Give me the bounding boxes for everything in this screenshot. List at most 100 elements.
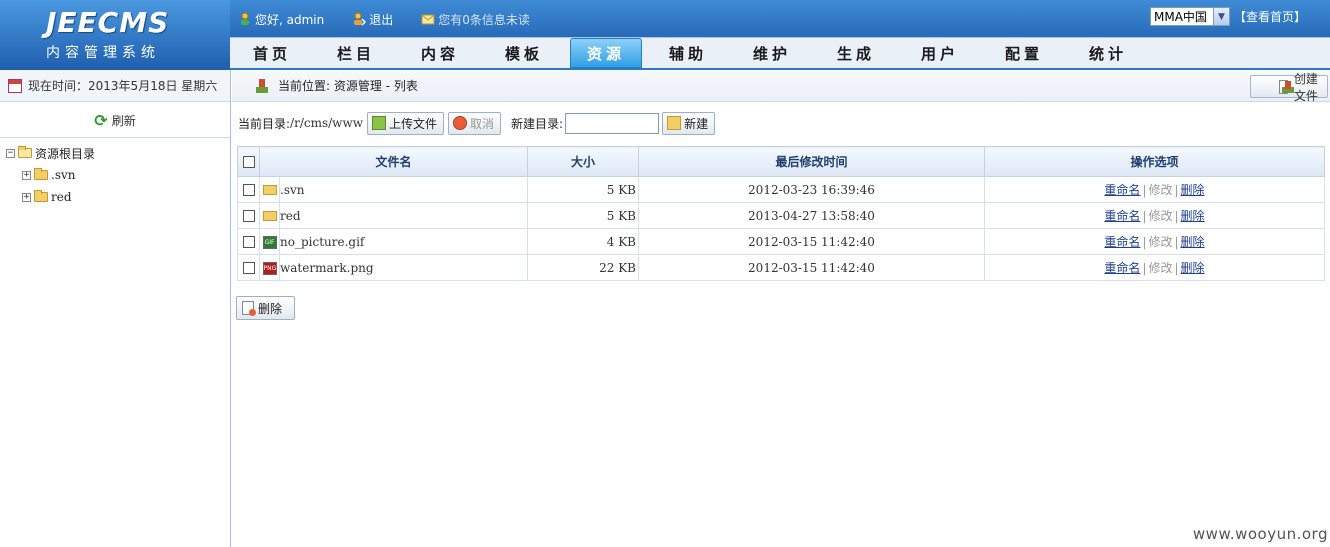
folder-icon	[262, 211, 277, 221]
collapse-icon[interactable]: −	[6, 148, 15, 158]
logout-icon	[354, 12, 367, 26]
expand-icon[interactable]: +	[22, 192, 31, 202]
language-select[interactable]: MMA中国 ▼	[1149, 7, 1230, 26]
row-checkbox[interactable]	[242, 236, 255, 248]
calendar-icon	[8, 78, 22, 93]
tree-node-root[interactable]: − 资源根目录	[6, 142, 230, 164]
document-icon	[1279, 79, 1294, 94]
file-name[interactable]: no_picture.gif	[279, 228, 528, 255]
delete-selected-button[interactable]: 删除	[236, 296, 295, 320]
upload-icon	[371, 116, 386, 130]
file-modified: 2012-03-15 11:42:40	[638, 228, 985, 255]
header-ops: 操作选项	[984, 146, 1325, 177]
file-table: 文件名 大小 最后修改时间 操作选项 .svn 5 KB 2012-03-23 …	[237, 146, 1325, 281]
table-row: PNG watermark.png 22 KB 2012-03-15 11:42…	[237, 254, 1325, 281]
tab-assist[interactable]: 辅助	[646, 38, 730, 68]
current-dir-label: 当前目录:	[238, 116, 291, 131]
header-name[interactable]: 文件名	[259, 146, 528, 177]
user-icon	[241, 12, 249, 25]
rename-link[interactable]: 重命名	[1104, 183, 1140, 197]
view-home-link[interactable]: 【查看首页】	[1234, 8, 1306, 25]
language-area: MMA中国 ▼ 【查看首页】	[1149, 7, 1306, 26]
tab-generate[interactable]: 生成	[814, 38, 898, 68]
cancel-button[interactable]: 取消	[448, 111, 502, 135]
file-size: 22 KB	[527, 254, 639, 281]
logo: JEECMS 内容管理系统	[0, 0, 230, 70]
tree-node-svn[interactable]: + .svn	[6, 164, 230, 186]
location-bar: 当前位置: 资源管理 - 列表 创建文件	[232, 70, 1330, 103]
watermark: www.wooyun.org	[1192, 525, 1328, 543]
file-size: 5 KB	[527, 176, 639, 203]
upload-file-button[interactable]: 上传文件	[366, 111, 444, 135]
rename-link[interactable]: 重命名	[1104, 261, 1140, 275]
gif-file-icon: GIF	[262, 235, 277, 249]
row-checkbox[interactable]	[242, 262, 255, 274]
edit-link[interactable]: 修改	[1148, 235, 1172, 249]
tree-node-red[interactable]: + red	[6, 186, 230, 208]
folder-icon	[34, 190, 48, 202]
rename-link[interactable]: 重命名	[1104, 235, 1140, 249]
file-size: 4 KB	[527, 228, 639, 255]
folder-icon	[34, 168, 48, 180]
main-panel: 当前位置: 资源管理 - 列表 创建文件 当前目录: /r/cms/www 上传…	[232, 70, 1330, 547]
new-dir-button[interactable]: 新建	[662, 111, 716, 135]
refresh-icon: ⟳	[94, 111, 108, 130]
expand-icon[interactable]: +	[22, 170, 31, 180]
row-ops: 重命名 | 修改 | 删除	[984, 176, 1325, 203]
file-name[interactable]: .svn	[279, 176, 528, 203]
tab-content[interactable]: 内容	[398, 38, 482, 68]
file-name[interactable]: watermark.png	[279, 254, 528, 281]
time-bar: 现在时间： 2013年5月18日 星期六	[0, 70, 230, 102]
table-header-row: 文件名 大小 最后修改时间 操作选项	[237, 146, 1325, 177]
create-file-button[interactable]: 创建文件	[1250, 72, 1328, 103]
delete-link[interactable]: 删除	[1181, 183, 1205, 197]
tab-config[interactable]: 配置	[982, 38, 1066, 68]
file-modified: 2012-03-23 16:39:46	[638, 176, 985, 203]
edit-link[interactable]: 修改	[1148, 183, 1172, 197]
edit-link[interactable]: 修改	[1148, 209, 1172, 223]
delete-icon	[242, 301, 256, 316]
select-all-cell	[237, 146, 260, 177]
row-checkbox[interactable]	[242, 210, 255, 222]
refresh-button[interactable]: ⟳ 刷新	[0, 104, 230, 138]
delete-link[interactable]: 删除	[1181, 261, 1205, 275]
toolbar: 当前目录: /r/cms/www 上传文件 取消 新建目录: 新建	[238, 111, 719, 135]
tab-stats[interactable]: 统计	[1066, 38, 1150, 68]
file-modified: 2012-03-15 11:42:40	[638, 254, 985, 281]
tab-user[interactable]: 用户	[898, 38, 982, 68]
new-dir-label: 新建目录:	[511, 116, 564, 131]
table-row: .svn 5 KB 2012-03-23 16:39:46 重命名 | 修改 | 删除	[237, 176, 1325, 203]
row-checkbox[interactable]	[242, 184, 255, 196]
edit-link[interactable]: 修改	[1148, 261, 1172, 275]
tab-resource[interactable]: 资源	[570, 38, 642, 68]
envelope-icon	[421, 14, 435, 25]
row-ops: 重命名 | 修改 | 删除	[984, 254, 1325, 281]
file-size: 5 KB	[527, 202, 639, 229]
new-dir-input[interactable]	[565, 112, 660, 134]
tab-maintain[interactable]: 维护	[730, 38, 814, 68]
header-size[interactable]: 大小	[527, 146, 639, 177]
file-name[interactable]: red	[279, 202, 528, 229]
current-dir-path: /r/cms/www	[290, 116, 363, 130]
main-nav: 首页 栏目 内容 模板 资源 辅助 维护 生成 用户 配置 统计	[230, 37, 1330, 68]
messages-link[interactable]: 您有0条信息未读	[421, 11, 530, 28]
delete-link[interactable]: 删除	[1181, 209, 1205, 223]
table-row: red 5 KB 2013-04-27 13:58:40 重命名 | 修改 | 删除	[237, 202, 1325, 229]
chevron-down-icon: ▼	[1212, 8, 1229, 25]
select-all-checkbox[interactable]	[242, 156, 255, 168]
home-location-icon	[254, 78, 268, 93]
tab-template[interactable]: 模板	[482, 38, 566, 68]
delete-link[interactable]: 删除	[1181, 235, 1205, 249]
folder-icon	[262, 185, 277, 195]
tab-channel[interactable]: 栏目	[314, 38, 398, 68]
tab-home[interactable]: 首页	[230, 38, 314, 68]
rename-link[interactable]: 重命名	[1104, 209, 1140, 223]
row-ops: 重命名 | 修改 | 删除	[984, 228, 1325, 255]
breadcrumb: 当前位置: 资源管理 - 列表	[278, 79, 418, 93]
row-ops: 重命名 | 修改 | 删除	[984, 202, 1325, 229]
header-modified[interactable]: 最后修改时间	[638, 146, 985, 177]
logout-link[interactable]: 退出	[352, 11, 393, 28]
file-modified: 2013-04-27 13:58:40	[638, 202, 985, 229]
time-label: 现在时间：	[28, 79, 89, 93]
left-panel: 现在时间： 2013年5月18日 星期六 ⟳ 刷新 − 资源根目录 + .svn…	[0, 70, 231, 547]
